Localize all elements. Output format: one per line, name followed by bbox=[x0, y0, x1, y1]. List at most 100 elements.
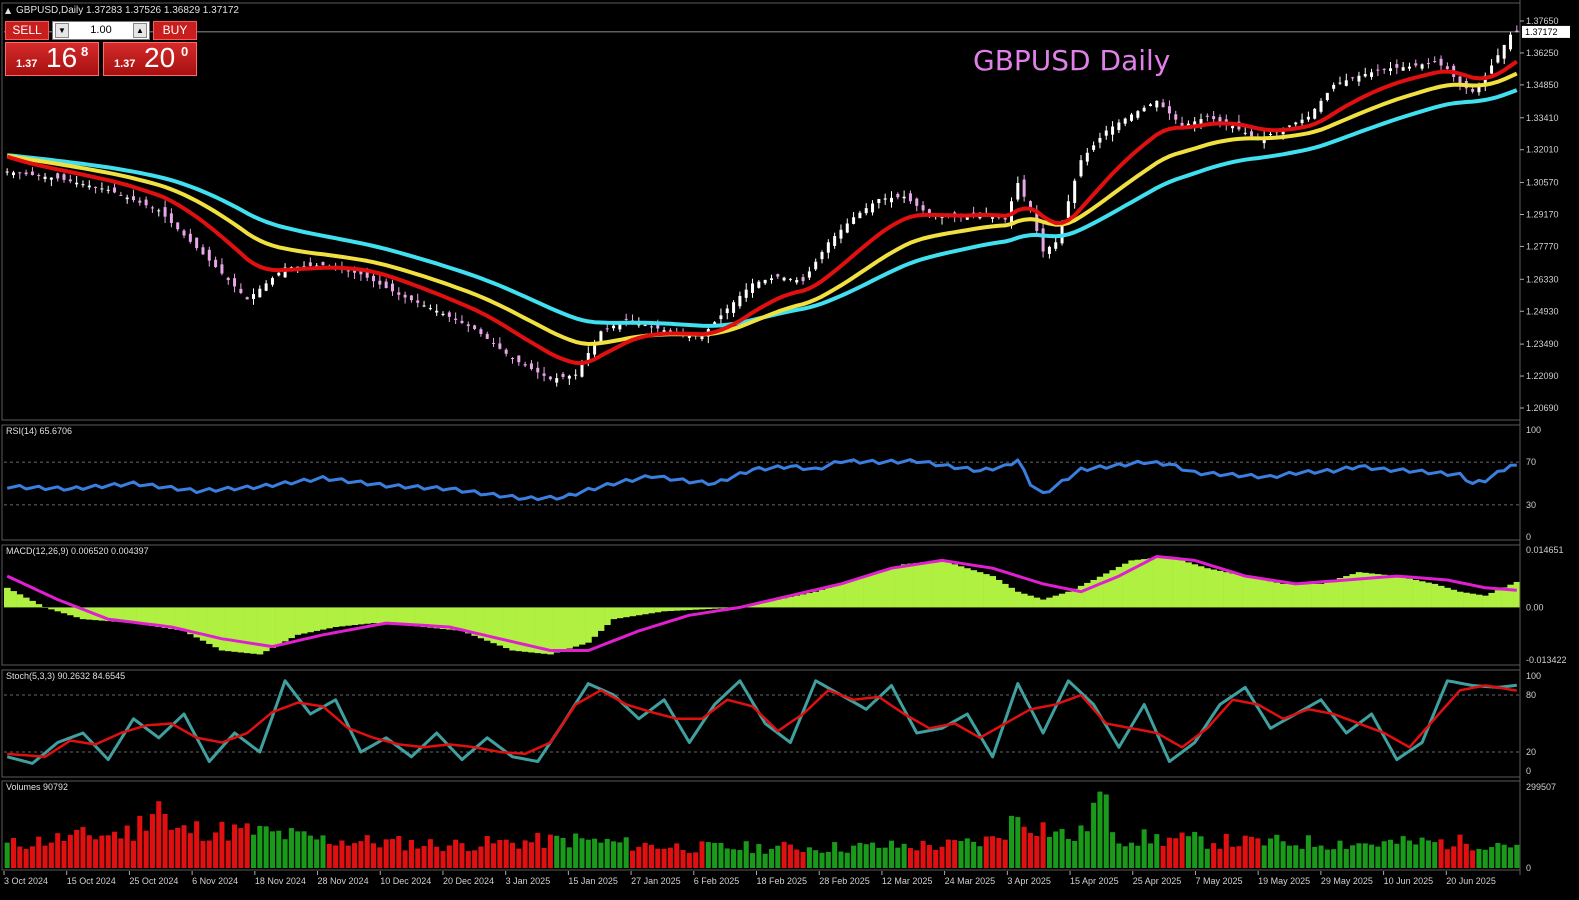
candle[interactable] bbox=[839, 229, 843, 239]
candle[interactable] bbox=[1338, 82, 1342, 84]
rsi-panel[interactable]: RSI(14) 65.6706 bbox=[6, 426, 1517, 502]
candle[interactable] bbox=[479, 329, 483, 334]
candle[interactable] bbox=[435, 310, 439, 313]
candle[interactable] bbox=[1490, 65, 1494, 74]
candle[interactable] bbox=[1104, 130, 1108, 136]
price-panel[interactable] bbox=[4, 25, 1520, 387]
candle[interactable] bbox=[517, 355, 521, 363]
candle[interactable] bbox=[308, 262, 312, 266]
candle[interactable] bbox=[649, 326, 653, 328]
candle[interactable] bbox=[1205, 115, 1209, 117]
candle[interactable] bbox=[409, 295, 413, 301]
candle[interactable] bbox=[75, 182, 79, 185]
candle[interactable] bbox=[422, 305, 426, 307]
candle[interactable] bbox=[157, 210, 161, 212]
candle[interactable] bbox=[889, 197, 893, 203]
trading-chart[interactable]: GBPUSD Daily GBPUSD,Daily 1.37283 1.3752… bbox=[0, 0, 1579, 896]
candle[interactable] bbox=[131, 196, 135, 201]
candle[interactable] bbox=[833, 236, 837, 246]
candle[interactable] bbox=[1117, 122, 1121, 131]
candle[interactable] bbox=[11, 172, 15, 176]
candle[interactable] bbox=[258, 288, 262, 298]
candle[interactable] bbox=[24, 172, 28, 175]
candle[interactable] bbox=[725, 308, 729, 314]
candle[interactable] bbox=[858, 212, 862, 219]
candle[interactable] bbox=[397, 292, 401, 295]
candle[interactable] bbox=[466, 324, 470, 327]
candle[interactable] bbox=[763, 279, 767, 284]
candle[interactable] bbox=[580, 363, 584, 377]
candle[interactable] bbox=[1382, 68, 1386, 70]
candle[interactable] bbox=[18, 172, 22, 174]
candle[interactable] bbox=[1041, 228, 1045, 252]
candle[interactable] bbox=[738, 295, 742, 307]
candle[interactable] bbox=[1111, 126, 1115, 135]
candle[interactable] bbox=[81, 184, 85, 186]
candle[interactable] bbox=[1471, 89, 1475, 92]
candle[interactable] bbox=[492, 342, 496, 344]
candle[interactable] bbox=[1332, 84, 1336, 89]
candle[interactable] bbox=[567, 375, 571, 379]
candle[interactable] bbox=[239, 288, 243, 293]
candle[interactable] bbox=[769, 278, 773, 281]
candle[interactable] bbox=[125, 197, 129, 200]
candle[interactable] bbox=[801, 277, 805, 282]
candle[interactable] bbox=[1155, 100, 1159, 108]
candle[interactable] bbox=[807, 271, 811, 278]
candle[interactable] bbox=[1218, 117, 1222, 122]
candle[interactable] bbox=[1148, 104, 1152, 107]
candle[interactable] bbox=[214, 259, 218, 268]
candle[interactable] bbox=[43, 176, 47, 180]
candle[interactable] bbox=[826, 242, 830, 253]
candle[interactable] bbox=[390, 283, 394, 292]
sell-button[interactable]: SELL bbox=[5, 21, 49, 40]
candle[interactable] bbox=[1073, 180, 1077, 203]
candle[interactable] bbox=[321, 262, 325, 266]
candle[interactable] bbox=[871, 203, 875, 213]
candle[interactable] bbox=[624, 318, 628, 320]
candle[interactable] bbox=[877, 198, 881, 204]
candle[interactable] bbox=[201, 247, 205, 255]
candle[interactable] bbox=[864, 208, 868, 214]
candle[interactable] bbox=[908, 193, 912, 202]
candle[interactable] bbox=[732, 302, 736, 313]
candle[interactable] bbox=[1313, 108, 1317, 119]
candle[interactable] bbox=[1174, 114, 1178, 120]
candle[interactable] bbox=[62, 174, 66, 180]
candle[interactable] bbox=[188, 233, 192, 242]
candle[interactable] bbox=[1167, 106, 1171, 114]
candle[interactable] bbox=[100, 188, 104, 190]
candle[interactable] bbox=[226, 277, 230, 280]
candle[interactable] bbox=[1344, 80, 1348, 86]
stoch-panel[interactable]: Stoch(5,3,3) 90.2632 84.6545 bbox=[6, 671, 1517, 765]
volume-panel[interactable]: Volumes 90792 bbox=[4, 782, 1520, 868]
candle[interactable] bbox=[144, 199, 148, 206]
candle[interactable] bbox=[460, 320, 464, 323]
candle[interactable] bbox=[454, 318, 458, 320]
candle[interactable] bbox=[555, 378, 559, 383]
candle[interactable] bbox=[1294, 122, 1298, 125]
candle[interactable] bbox=[845, 223, 849, 233]
candle[interactable] bbox=[68, 179, 72, 182]
candle[interactable] bbox=[883, 198, 887, 200]
candle[interactable] bbox=[1439, 58, 1443, 66]
chevron-down-icon[interactable]: ▼ bbox=[55, 23, 69, 38]
candle[interactable] bbox=[1395, 64, 1399, 68]
candle[interactable] bbox=[119, 194, 123, 196]
candle[interactable] bbox=[1509, 34, 1513, 50]
candle[interactable] bbox=[1300, 119, 1304, 124]
candle[interactable] bbox=[1047, 246, 1051, 254]
candle[interactable] bbox=[751, 283, 755, 293]
candle[interactable] bbox=[498, 343, 502, 349]
candle[interactable] bbox=[182, 230, 186, 236]
candle[interactable] bbox=[795, 279, 799, 283]
candle[interactable] bbox=[30, 171, 34, 176]
candle[interactable] bbox=[207, 249, 211, 261]
candle[interactable] bbox=[37, 175, 41, 177]
candle[interactable] bbox=[1130, 114, 1134, 121]
chevron-up-icon[interactable]: ▲ bbox=[133, 23, 147, 38]
candle[interactable] bbox=[1250, 131, 1254, 137]
candle[interactable] bbox=[523, 364, 527, 366]
candle[interactable] bbox=[1231, 125, 1235, 129]
candle[interactable] bbox=[915, 198, 919, 206]
